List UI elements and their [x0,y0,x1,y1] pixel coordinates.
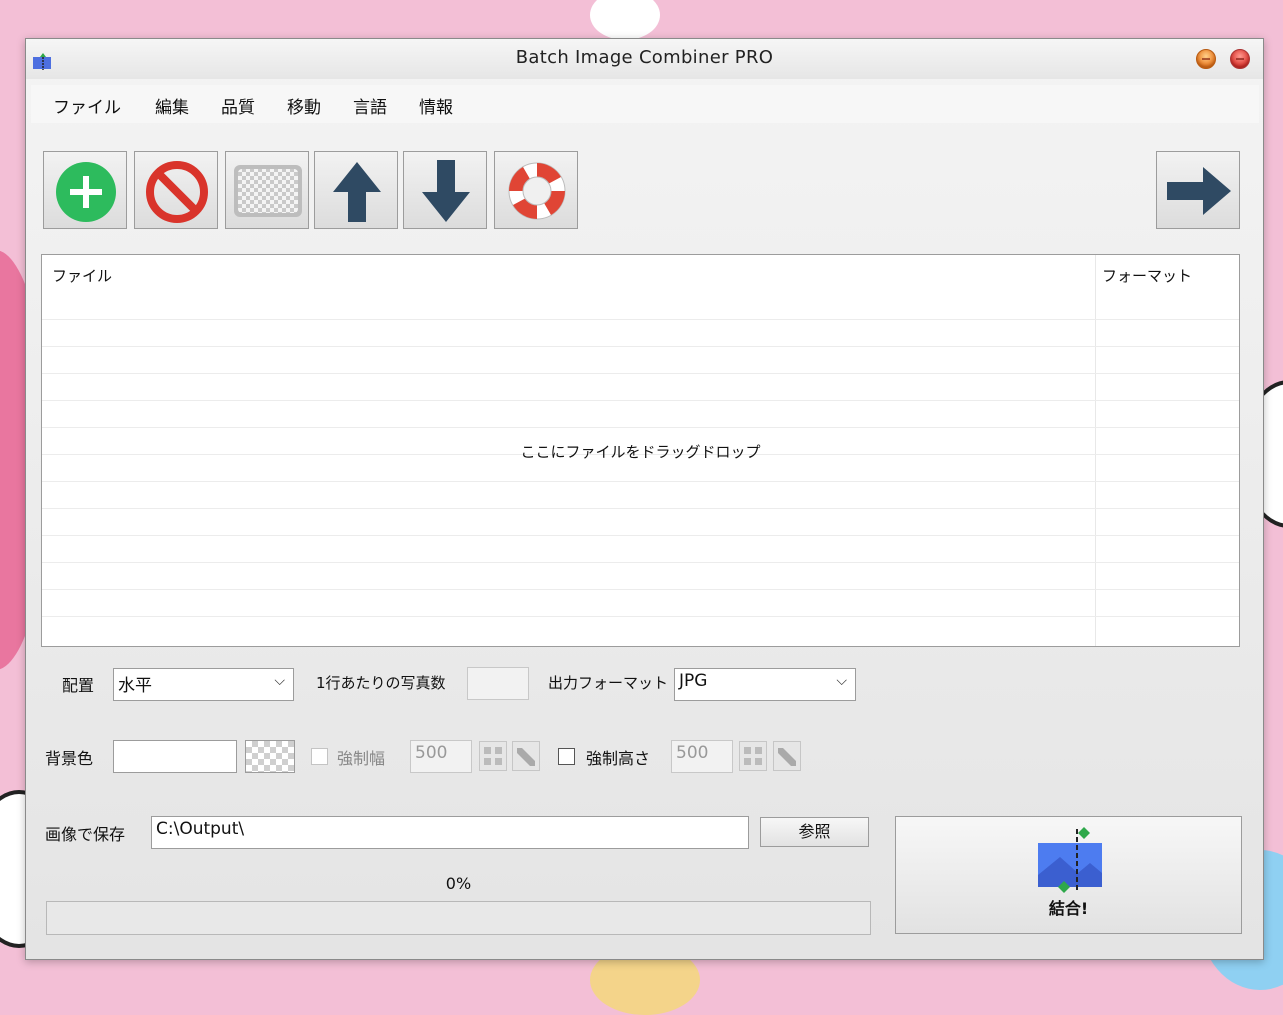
remove-button[interactable] [134,151,218,229]
help-button[interactable] [494,151,578,229]
arrow-right-icon [1167,167,1231,215]
force-width-label: 強制幅 [337,749,386,768]
force-height-checkbox[interactable] [558,748,575,765]
menu-edit[interactable]: 編集 [155,93,189,118]
per-row-input[interactable] [467,667,529,700]
lifebuoy-icon [508,162,566,220]
row-separator [42,319,1239,320]
plus-circle-icon [56,162,116,222]
main-window: Batch Image Combiner PRO ファイル 編集 品質 移動 言… [25,38,1264,960]
chevron-down-icon: ⌵ [274,673,285,689]
layout-select[interactable]: 水平 ⌵ [113,668,294,701]
menu-info[interactable]: 情報 [419,93,453,118]
menu-quality[interactable]: 品質 [221,93,255,118]
menu-language[interactable]: 言語 [353,93,387,118]
progress-bar [46,901,871,935]
combine-button[interactable]: 結合! [895,816,1242,934]
file-list[interactable]: ファイル フォーマット ここにファイルをドラッグドロップ [41,254,1240,647]
force-width-grid-button[interactable] [479,741,507,771]
menu-bar: ファイル 編集 品質 移動 言語 情報 [31,85,1259,123]
force-width-stretch-button[interactable] [512,741,540,771]
layout-select-value: 水平 [118,676,152,696]
force-height-grid-button[interactable] [739,741,767,771]
row-separator [42,508,1239,509]
save-path-label: 画像で保存 [45,825,126,844]
drop-hint: ここにファイルをドラッグドロップ [520,443,761,461]
force-height-input[interactable]: 500 [671,740,733,773]
row-separator [42,589,1239,590]
column-header-file[interactable]: ファイル [52,265,112,286]
combine-label: 結合! [1048,899,1089,918]
title-bar: Batch Image Combiner PRO [26,39,1263,79]
transparent-background-button[interactable] [245,740,295,773]
row-separator [42,400,1239,401]
grid-icon [484,747,502,765]
save-path-input[interactable]: C:\Output\ [151,816,749,849]
row-separator [42,373,1239,374]
add-button[interactable] [43,151,127,229]
progress-text: 0% [445,874,472,893]
layout-label: 配置 [62,676,95,695]
background-color-label: 背景色 [45,749,94,768]
row-separator [42,427,1239,428]
menu-file[interactable]: ファイル [53,93,121,118]
next-button[interactable] [1156,151,1240,229]
combine-image-icon [1038,827,1102,893]
per-row-label: 1行あたりの写真数 [316,674,446,692]
diagonal-resize-icon [517,748,535,766]
file-list-header: ファイル フォーマット [42,255,1239,295]
force-height-stretch-button[interactable] [773,741,801,771]
move-up-button[interactable] [314,151,398,229]
window-title: Batch Image Combiner PRO [515,47,774,68]
force-width-checkbox[interactable] [311,748,328,765]
prohibited-icon [146,161,208,223]
move-down-button[interactable] [403,151,487,229]
row-separator [42,346,1239,347]
clear-button[interactable] [225,151,309,229]
arrow-up-icon [333,162,381,222]
grid-icon [744,747,762,765]
browse-button[interactable]: 参照 [760,817,869,847]
column-header-format[interactable]: フォーマット [1102,265,1192,286]
output-format-value: JPG [679,671,708,691]
output-format-label: 出力フォーマット [548,674,669,692]
minimize-button[interactable] [1196,49,1216,69]
checkerboard-icon [234,165,302,217]
force-width-input[interactable]: 500 [410,740,472,773]
row-separator [42,616,1239,617]
close-button[interactable] [1230,49,1250,69]
menu-move[interactable]: 移動 [287,93,321,118]
output-format-select[interactable]: JPG ⌵ [674,668,856,701]
row-separator [42,562,1239,563]
row-separator [42,535,1239,536]
arrow-down-icon [422,160,470,222]
chevron-down-icon: ⌵ [836,673,847,689]
row-separator [42,481,1239,482]
diagonal-resize-icon [778,748,796,766]
force-height-label: 強制高さ [586,749,651,768]
background-color-input[interactable] [113,740,237,773]
